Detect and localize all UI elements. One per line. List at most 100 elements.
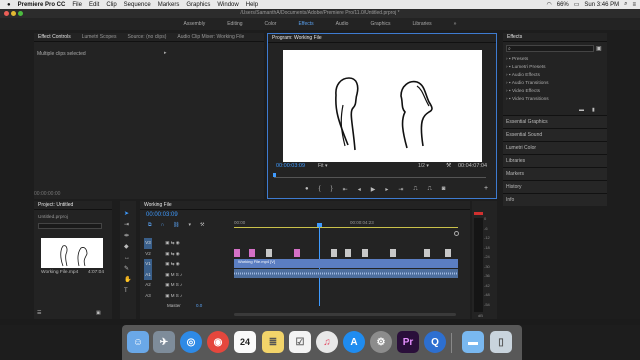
ripple-edit-tool-icon[interactable]: ⇹ <box>124 231 131 242</box>
quicktime-icon[interactable]: Q <box>424 331 446 353</box>
more-workspaces-button[interactable]: » <box>443 21 468 27</box>
new-item-icon[interactable]: ▣ <box>96 310 101 316</box>
program-video-frame[interactable] <box>283 50 482 162</box>
launchpad-icon[interactable]: ✈ <box>153 331 175 353</box>
audio-clip[interactable] <box>234 269 458 278</box>
linked-selection-icon[interactable]: ⛓ <box>173 222 179 228</box>
tab-assembly[interactable]: Assembly <box>173 21 217 27</box>
effects-title[interactable]: Effects <box>507 34 522 40</box>
transition-clip[interactable] <box>234 249 240 257</box>
close-window-button[interactable] <box>4 11 9 16</box>
settings-wrench-icon[interactable]: ⚒ <box>200 222 204 228</box>
track-select-tool-icon[interactable]: ⇥ <box>124 220 131 231</box>
hand-tool-icon[interactable]: ✋ <box>124 275 131 286</box>
effects-item-presets[interactable]: › ▪ Presets <box>506 56 549 64</box>
snap-icon[interactable]: ∩ <box>161 222 165 228</box>
playhead-head[interactable] <box>317 223 322 227</box>
trash-icon[interactable]: ▮ <box>592 107 595 113</box>
tab-audio[interactable]: Audio <box>325 21 360 27</box>
slip-tool-icon[interactable]: ↔ <box>124 253 131 264</box>
panel-libraries[interactable]: Libraries <box>503 154 607 167</box>
transition-clip[interactable] <box>390 249 396 257</box>
battery-icon[interactable]: ▭ <box>574 1 580 8</box>
list-view-icon[interactable]: ☰ <box>37 310 41 316</box>
folder-icon[interactable]: ▬ <box>579 107 584 113</box>
mark-out-icon[interactable]: } <box>331 186 333 193</box>
folder-icon[interactable]: ▬ <box>462 331 484 353</box>
safari-icon[interactable]: ◎ <box>180 331 202 353</box>
pen-tool-icon[interactable]: ✎ <box>124 264 131 275</box>
video-clip[interactable]: Working File.mp4 [V] <box>234 259 458 268</box>
add-marker-icon[interactable]: ● <box>305 186 309 193</box>
panel-markers[interactable]: Markers <box>503 167 607 180</box>
panel-history[interactable]: History <box>503 180 607 193</box>
track-header-v2[interactable]: V2 ▣ ⇆ ◉ <box>144 249 182 260</box>
panel-lumetri-color[interactable]: Lumetri Color <box>503 141 607 154</box>
track-header-a1[interactable]: A1 ▣ M S ♪ <box>144 269 182 280</box>
effects-item-video-effects[interactable]: › ▪ Video Effects <box>506 88 549 96</box>
panel-essential-sound[interactable]: Essential Sound <box>503 128 607 141</box>
menu-file[interactable]: File <box>72 2 82 8</box>
transition-clip[interactable] <box>362 249 368 257</box>
tab-effect-controls[interactable]: Effect Controls <box>38 34 71 40</box>
menu-window[interactable]: Window <box>217 2 238 8</box>
tab-audio-clip-mixer[interactable]: Audio Clip Mixer: Working File <box>177 34 244 40</box>
transition-clip[interactable] <box>331 249 337 257</box>
selection-tool-icon[interactable]: ➤ <box>124 209 131 220</box>
tab-libraries[interactable]: Libraries <box>401 21 442 27</box>
step-back-icon[interactable]: ◂ <box>358 186 361 193</box>
panel-essential-graphics[interactable]: Essential Graphics <box>503 115 607 128</box>
menu-list-icon[interactable]: ≡ <box>632 2 636 8</box>
notes-icon[interactable]: ≣ <box>262 331 284 353</box>
go-to-in-icon[interactable]: ⇤ <box>343 186 348 193</box>
effects-search-input[interactable]: ⌕ <box>506 45 594 52</box>
lift-icon[interactable]: ⎍ <box>413 186 417 193</box>
tab-effects[interactable]: Effects <box>287 21 324 27</box>
reminders-icon[interactable]: ☑ <box>289 331 311 353</box>
menu-graphics[interactable]: Graphics <box>186 2 210 8</box>
clock[interactable]: Sun 3:46 PM <box>584 2 619 8</box>
expand-arrow-icon[interactable]: ▸ <box>164 50 167 56</box>
transition-clip[interactable] <box>249 249 255 257</box>
add-marker-icon[interactable]: ▾ <box>189 222 192 228</box>
project-search-input[interactable] <box>38 223 102 229</box>
tab-editing[interactable]: Editing <box>216 21 253 27</box>
track-header-a2[interactable]: A2 ▣ M S ♪ <box>144 280 182 291</box>
sequence-tab[interactable]: Working File <box>144 202 172 208</box>
resolution-select[interactable]: 1/2 ▾ <box>418 163 429 169</box>
track-header-v1[interactable]: V1 ▣ ⇆ ◉ <box>144 259 182 270</box>
export-frame-icon[interactable]: ◙ <box>442 186 446 193</box>
track-header-v3[interactable]: V3 ▣ ⇆ ◉ <box>144 238 182 249</box>
trash-icon[interactable]: ▯ <box>490 331 512 353</box>
program-timecode[interactable]: 00:00:03:09 <box>276 163 305 169</box>
tab-lumetri-scopes[interactable]: Lumetri Scopes <box>82 34 117 40</box>
menu-sequence[interactable]: Sequence <box>124 2 151 8</box>
add-button-icon[interactable]: + <box>484 185 488 192</box>
program-title[interactable]: Program: Working File <box>272 35 322 41</box>
app-store-icon[interactable]: A <box>343 331 365 353</box>
music-icon[interactable]: ♫ <box>316 331 338 353</box>
tab-source[interactable]: Source: (no clips) <box>127 34 166 40</box>
track-header-a3[interactable]: A3 ▣ M S ♪ <box>144 291 182 302</box>
effects-item-audio-effects[interactable]: › ▪ Audio Effects <box>506 72 549 80</box>
type-tool-icon[interactable]: T <box>124 286 131 297</box>
zoom-window-button[interactable] <box>18 11 23 16</box>
playhead-handle[interactable] <box>273 173 276 177</box>
tab-color[interactable]: Color <box>254 21 288 27</box>
clip-thumbnail[interactable] <box>41 238 103 268</box>
minimize-window-button[interactable] <box>11 11 16 16</box>
go-to-out-icon[interactable]: ⇥ <box>398 186 403 193</box>
work-area-bar[interactable] <box>234 227 458 228</box>
effects-item-video-transitions[interactable]: › ▪ Video Transitions <box>506 96 549 104</box>
project-title[interactable]: Project: Untitled <box>38 202 73 208</box>
search-icon[interactable]: ⌕ <box>624 1 627 8</box>
app-menu[interactable]: Premiere Pro CC <box>18 2 66 8</box>
finder-icon[interactable]: ☺ <box>127 331 149 353</box>
apple-menu-icon[interactable]: ● <box>7 2 11 8</box>
scroll-handle[interactable] <box>454 231 459 236</box>
panel-info[interactable]: Info <box>503 193 607 206</box>
razor-tool-icon[interactable]: ◆ <box>124 242 131 253</box>
premiere-pro-icon[interactable]: Pr <box>397 331 419 353</box>
tab-graphics[interactable]: Graphics <box>359 21 401 27</box>
zoom-select[interactable]: Fit ▾ <box>318 163 327 169</box>
